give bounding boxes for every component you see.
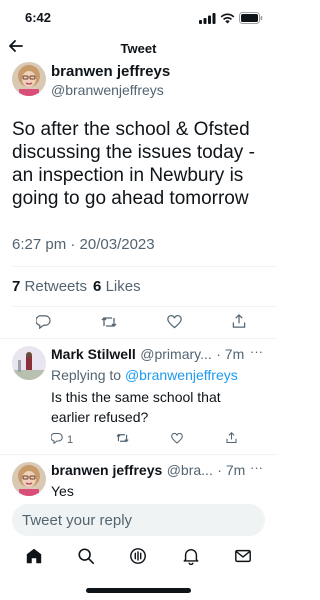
- share-icon: [226, 432, 237, 447]
- reply-header: branwen jeffreys @bra... · 7m: [51, 462, 245, 480]
- home-indicator: [86, 588, 191, 593]
- reply-author-handle[interactable]: @primary...: [140, 346, 212, 362]
- divider: [12, 306, 277, 307]
- retweet-button[interactable]: [116, 432, 129, 447]
- tweet-stats: 7 Retweets 6 Likes: [12, 278, 141, 295]
- divider: [12, 266, 277, 267]
- share-button[interactable]: [226, 432, 237, 447]
- author-name[interactable]: branwen jeffreys: [51, 63, 170, 80]
- reply-input[interactable]: Tweet your reply: [12, 504, 265, 536]
- share-icon: [232, 314, 246, 332]
- reply-icon: [50, 432, 63, 447]
- like-icon: [167, 314, 182, 332]
- author-avatar[interactable]: [12, 62, 46, 96]
- likes-stat[interactable]: 6 Likes: [93, 278, 141, 295]
- status-bar: 6:42: [0, 0, 277, 34]
- reply-icon: [35, 314, 51, 332]
- replying-to-link[interactable]: @branwenjeffreys: [125, 367, 238, 383]
- reply-author-name[interactable]: Mark Stilwell: [51, 346, 136, 362]
- wifi-icon: [220, 11, 235, 29]
- share-button[interactable]: [232, 314, 246, 332]
- divider: [0, 338, 277, 339]
- author-handle[interactable]: @branwenjeffreys: [51, 82, 164, 98]
- reply-item[interactable]: branwen jeffreys @bra... · 7m ··· Yes: [0, 460, 277, 500]
- retweet-icon: [101, 315, 117, 332]
- retweet-icon: [116, 432, 129, 447]
- nav-bar: Tweet: [0, 34, 277, 62]
- like-icon: [171, 432, 184, 447]
- battery-icon: [239, 11, 263, 29]
- tweet-action-bar: [35, 314, 246, 332]
- spaces-icon[interactable]: [129, 547, 147, 570]
- more-options-icon[interactable]: ···: [250, 460, 263, 475]
- tweet-timestamp[interactable]: 6:27 pm · 20/03/2023: [12, 236, 155, 253]
- like-label: Likes: [105, 278, 141, 295]
- reply-button[interactable]: [35, 314, 51, 332]
- status-icons: [199, 11, 263, 29]
- like-button[interactable]: [171, 432, 184, 447]
- search-icon[interactable]: [77, 547, 95, 570]
- retweets-stat[interactable]: 7 Retweets: [12, 278, 87, 295]
- reply-action-bar: 1: [50, 432, 237, 447]
- status-time: 6:42: [25, 10, 52, 25]
- reply-item[interactable]: Mark Stilwell @primary... · 7m ··· Reply…: [0, 344, 277, 454]
- tab-bar: [0, 543, 277, 573]
- reply-text-line-1: Is this the same school that: [51, 389, 221, 405]
- retweet-count: 7: [12, 278, 21, 295]
- reply-header: Mark Stilwell @primary... · 7m: [51, 346, 244, 364]
- reply-author-handle[interactable]: @bra...: [167, 462, 213, 478]
- retweet-label: Retweets: [24, 278, 88, 295]
- reply-age: · 7m: [216, 346, 245, 362]
- signal-icon: [199, 11, 216, 29]
- messages-icon[interactable]: [234, 547, 252, 570]
- reply-text-line-2: earlier refused?: [51, 409, 149, 425]
- retweet-button[interactable]: [101, 315, 117, 332]
- home-icon[interactable]: [25, 547, 43, 570]
- like-button[interactable]: [167, 314, 182, 332]
- replying-to-prefix: Replying to: [51, 367, 122, 383]
- reply-author-name[interactable]: branwen jeffreys: [51, 462, 162, 478]
- tweet-text: So after the school & Ofsted discussing …: [12, 119, 255, 209]
- reply-composer: Tweet your reply: [0, 504, 277, 538]
- reply-button[interactable]: 1: [50, 432, 74, 447]
- reply-count: 1: [67, 433, 74, 446]
- reply-text: Yes: [51, 483, 74, 499]
- like-count: 6: [93, 278, 102, 295]
- page-title: Tweet: [120, 41, 157, 56]
- reply-age: · 7m: [217, 462, 246, 478]
- more-options-icon[interactable]: ···: [250, 344, 263, 359]
- divider: [0, 454, 277, 455]
- replying-to-line: Replying to @branwenjeffreys: [51, 367, 238, 383]
- notifications-icon[interactable]: [182, 547, 200, 570]
